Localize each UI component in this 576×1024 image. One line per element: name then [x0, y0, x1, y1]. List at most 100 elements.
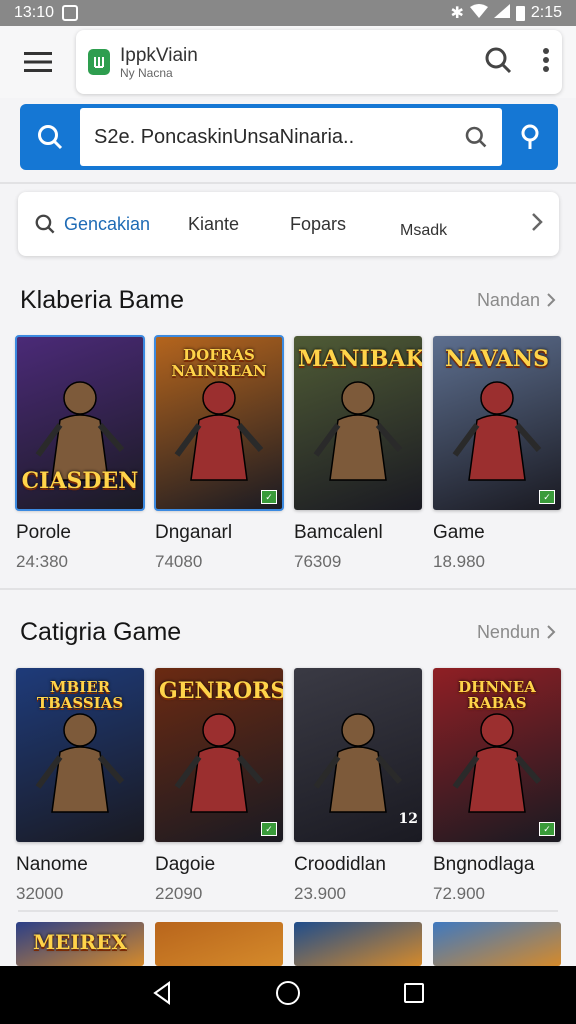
more-options-button[interactable] — [542, 47, 550, 78]
home-icon — [276, 980, 300, 1005]
search-icon — [35, 214, 55, 234]
nav-back-button[interactable] — [151, 980, 173, 1010]
badge-icon: ✓ — [261, 490, 277, 504]
signal-icon — [493, 3, 510, 23]
menu-button[interactable] — [0, 26, 76, 98]
game-card-row: MBIER TBASSIAS Nanome 32000 GENRORS ✓ Dagoie 2… — [16, 668, 576, 918]
more-label: Nendun — [476, 621, 540, 642]
cover-title: 12 — [398, 811, 418, 827]
cover-title: MANIBAK — [298, 346, 422, 372]
more-label: Nandan — [476, 289, 540, 310]
game-cover-image: DOFRAS NAINREAN ✓ — [154, 335, 284, 511]
character-illustration — [308, 702, 408, 827]
game-cover-image[interactable]: MEIREX — [16, 922, 144, 966]
game-cover-image[interactable] — [433, 922, 561, 966]
search-button[interactable] — [484, 46, 512, 79]
game-card[interactable]: MANIBAK Bamcalenl 76309 — [294, 336, 422, 572]
game-card[interactable]: GENRORS ✓ Dagoie 22090 — [155, 668, 283, 904]
status-time-right: 2:15 — [530, 4, 562, 21]
app-subtitle: Ny Nacna — [120, 65, 173, 80]
character-illustration — [447, 370, 547, 495]
game-title: Croodidlan — [294, 854, 386, 875]
chip-search[interactable]: Gencakian — [34, 213, 150, 235]
game-card[interactable]: CIASDEN Porole 24:380 — [15, 335, 145, 572]
status-bar: 13:10 ✱ 2:15 — [0, 0, 576, 26]
game-count: 76309 — [294, 552, 342, 571]
section-more-link[interactable]: Nendun — [477, 622, 556, 643]
game-title: Dnganarl — [155, 522, 233, 543]
badge-icon: ✓ — [261, 822, 277, 836]
chip-item[interactable]: Fopars — [290, 214, 346, 235]
vibrate-icon: ✱ — [450, 5, 464, 22]
game-count: 22090 — [155, 884, 203, 903]
game-card[interactable]: DHNNEA RABAS ✓ Bngnodlaga 72.900 — [433, 668, 561, 904]
character-illustration — [308, 370, 408, 495]
game-title: Bngnodlaga — [433, 854, 535, 875]
character-illustration — [169, 370, 269, 495]
cover-title: DOFRAS NAINREAN — [171, 346, 267, 380]
chips-next-button[interactable] — [531, 212, 543, 237]
chevron-right-icon — [547, 293, 556, 307]
location-icon — [521, 124, 539, 149]
chip-item[interactable]: Kiante — [188, 214, 239, 235]
game-card[interactable]: DOFRAS NAINREAN ✓ Dnganarl 74080 — [154, 335, 284, 572]
divider — [0, 588, 576, 590]
game-cover-image: GENRORS ✓ — [155, 668, 283, 842]
character-illustration — [169, 702, 269, 827]
cover-title: GENRORS — [159, 678, 283, 704]
game-card[interactable]: 12 Croodidlan 23.900 — [294, 668, 422, 904]
game-cover-image: DHNNEA RABAS ✓ — [433, 668, 561, 842]
cover-title: CIASDEN — [21, 468, 139, 494]
badge-icon: ✓ — [539, 822, 555, 836]
game-card[interactable]: MBIER TBASSIAS Nanome 32000 — [16, 668, 144, 904]
app-logo-icon — [88, 49, 110, 75]
game-count: 24:380 — [16, 552, 68, 571]
game-title: Game — [433, 522, 485, 543]
menu-icon — [24, 52, 52, 72]
character-illustration — [447, 702, 547, 827]
chip-label: Fopars — [290, 213, 347, 234]
title-card: IppkViain Ny Nacna — [76, 30, 562, 94]
cover-title: DHNNEA RABAS — [458, 678, 536, 712]
search-icon[interactable] — [464, 125, 488, 149]
search-bar — [20, 104, 558, 170]
game-cover-image: 12 — [294, 668, 422, 842]
chip-label: Gencakian — [64, 213, 151, 234]
game-cover-image: MBIER TBASSIAS — [16, 668, 144, 842]
game-title: Bamcalenl — [294, 522, 383, 543]
category-chips: Gencakian Kiante Fopars Msadk — [18, 192, 559, 256]
chevron-right-icon — [547, 625, 556, 639]
notification-icon — [62, 5, 79, 21]
divider — [18, 910, 558, 912]
game-cover-image: MANIBAK — [294, 336, 422, 510]
game-count: 72.900 — [433, 884, 485, 903]
game-count: 32000 — [16, 884, 64, 903]
section-featured: Klaberia Bame Nandan — [0, 280, 576, 320]
cover-title: MBIER TBASSIAS — [36, 678, 124, 712]
game-card[interactable]: NAVANS ✓ Game 18.980 — [433, 336, 561, 572]
game-cover-image: NAVANS ✓ — [433, 336, 561, 510]
game-count: 18.980 — [433, 552, 485, 571]
badge-icon: ✓ — [539, 490, 555, 504]
battery-icon — [515, 5, 525, 21]
game-title: Porole — [16, 522, 71, 543]
cover-title: MEIREX — [32, 930, 128, 954]
app-bar: IppkViain Ny Nacna — [0, 26, 576, 98]
nav-home-button[interactable] — [275, 980, 301, 1011]
search-icon — [485, 47, 512, 73]
recents-icon — [404, 982, 424, 1003]
game-count: 74080 — [155, 552, 203, 571]
nav-recents-button[interactable] — [403, 982, 425, 1009]
chevron-right-icon — [532, 212, 543, 231]
more-vert-icon — [543, 47, 549, 72]
chip-item[interactable]: Msadk — [400, 222, 447, 240]
game-cover-image[interactable] — [294, 922, 422, 966]
search-submit-button[interactable] — [20, 104, 80, 170]
app-title: IppkViain — [120, 44, 198, 66]
search-input[interactable] — [94, 125, 464, 149]
game-cover-image[interactable] — [155, 922, 283, 966]
character-illustration — [30, 702, 130, 827]
section-more-link[interactable]: Nandan — [477, 290, 556, 311]
location-button[interactable] — [502, 104, 558, 170]
wifi-icon — [469, 3, 488, 23]
